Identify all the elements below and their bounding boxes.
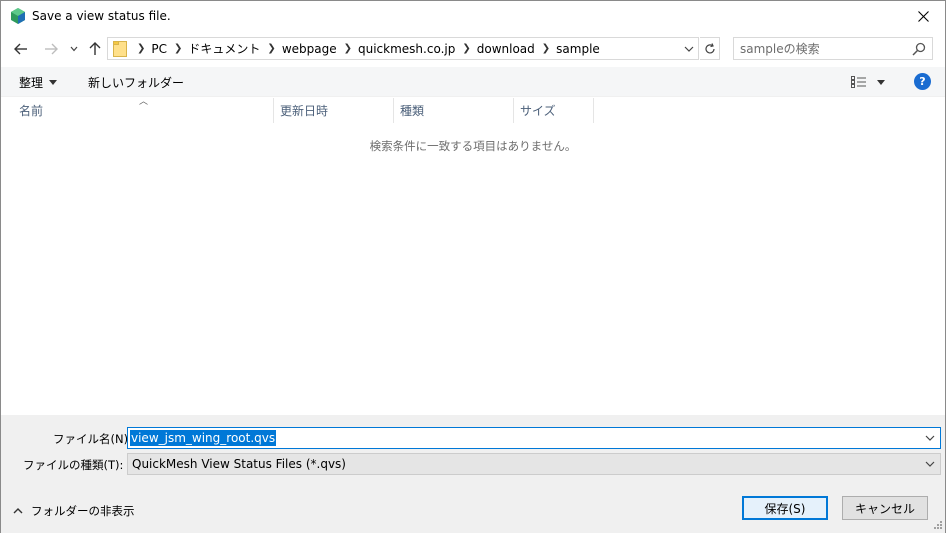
help-icon[interactable]: ?: [914, 73, 931, 90]
breadcrumb-item-webpage[interactable]: webpage: [282, 42, 337, 56]
filetype-label: ファイルの種類(T):: [23, 458, 124, 472]
close-button[interactable]: [901, 1, 945, 31]
forward-button[interactable]: [41, 39, 61, 59]
breadcrumb: ❯ PC ❯ ドキュメント ❯ webpage ❯ quickmesh.co.j…: [130, 38, 600, 59]
refresh-button[interactable]: [700, 37, 720, 60]
change-view-button[interactable]: [851, 73, 885, 91]
empty-list-message: 検索条件に一致する項目はありません。: [369, 139, 577, 153]
arrow-left-icon: [14, 43, 27, 55]
chevron-down-icon: [684, 46, 694, 52]
chevron-right-icon[interactable]: ❯: [137, 43, 145, 54]
chevron-right-icon[interactable]: ❯: [542, 43, 550, 54]
column-modified-label: 更新日時: [280, 104, 329, 118]
chevron-right-icon[interactable]: ❯: [344, 43, 352, 54]
organize-label: 整理: [19, 76, 44, 90]
address-history-button[interactable]: [679, 37, 699, 60]
chevron-down-icon: [70, 46, 78, 52]
chevron-down-icon: [925, 435, 935, 441]
window-title: Save a view status file.: [32, 9, 171, 23]
chevron-right-icon[interactable]: ❯: [267, 43, 275, 54]
filetype-select[interactable]: QuickMesh View Status Files (*.qvs): [127, 453, 941, 475]
chevron-right-icon[interactable]: ❯: [462, 43, 470, 54]
column-name-label: 名前: [19, 104, 44, 118]
column-header-size[interactable]: サイズ: [514, 98, 594, 123]
organize-menu-button[interactable]: 整理: [19, 74, 58, 91]
chevron-up-icon: [13, 508, 23, 514]
resize-grip-icon[interactable]: [933, 520, 943, 530]
filetype-value: QuickMesh View Status Files (*.qvs): [132, 457, 346, 471]
save-button[interactable]: 保存(S): [742, 496, 828, 520]
back-button[interactable]: [11, 39, 31, 59]
caret-down-icon: [877, 79, 885, 85]
details-view-icon: [851, 76, 866, 88]
command-bar: 整理 新しいフォルダー: [1, 67, 945, 97]
refresh-icon: [704, 42, 715, 53]
breadcrumb-item-download[interactable]: download: [477, 42, 535, 56]
column-header-type[interactable]: 種類: [394, 98, 514, 123]
column-header-modified[interactable]: 更新日時: [274, 98, 394, 123]
title-bar: Save a view status file.: [1, 1, 945, 32]
filetype-dropdown-button[interactable]: [924, 457, 936, 471]
arrow-right-icon: [45, 43, 58, 55]
column-header-name[interactable]: 名前: [13, 98, 274, 123]
chevron-right-icon[interactable]: ❯: [174, 43, 182, 54]
address-bar[interactable]: ❯ PC ❯ ドキュメント ❯ webpage ❯ quickmesh.co.j…: [107, 37, 699, 60]
column-headers: 名前 更新日時 種類 サイズ: [1, 98, 945, 123]
column-size-label: サイズ: [520, 104, 556, 118]
folder-icon: [113, 41, 127, 57]
search-icon[interactable]: [912, 42, 926, 56]
breadcrumb-item-sample[interactable]: sample: [556, 42, 600, 56]
save-dialog-window: Save a view status file. ❯ PC ❯ ドキュメント ❯…: [0, 0, 946, 533]
hide-folders-toggle[interactable]: フォルダーの非表示: [13, 503, 135, 519]
breadcrumb-item-pc[interactable]: PC: [151, 42, 167, 56]
filename-input[interactable]: view_jsm_wing_root.qvs: [130, 430, 277, 446]
quickmesh-app-icon: [11, 8, 25, 24]
column-type-label: 種類: [400, 104, 425, 118]
filename-dropdown-button[interactable]: [924, 431, 936, 445]
close-icon: [917, 10, 929, 22]
breadcrumb-item-quickmesh[interactable]: quickmesh.co.jp: [358, 42, 455, 56]
cancel-button[interactable]: キャンセル: [842, 496, 928, 520]
chevron-down-icon: [925, 461, 935, 467]
arrow-up-icon: [89, 42, 101, 55]
new-folder-button[interactable]: 新しいフォルダー: [88, 74, 184, 91]
filename-combobox[interactable]: view_jsm_wing_root.qvs: [127, 427, 941, 449]
hide-folders-label: フォルダーの非表示: [31, 504, 135, 518]
breadcrumb-item-documents[interactable]: ドキュメント: [188, 40, 260, 57]
recent-locations-button[interactable]: [67, 39, 81, 59]
filename-label: ファイル名(N):: [53, 432, 132, 446]
search-input[interactable]: [740, 40, 905, 57]
up-folder-button[interactable]: [86, 39, 104, 59]
caret-down-icon: [49, 80, 58, 85]
search-box[interactable]: [733, 37, 933, 60]
